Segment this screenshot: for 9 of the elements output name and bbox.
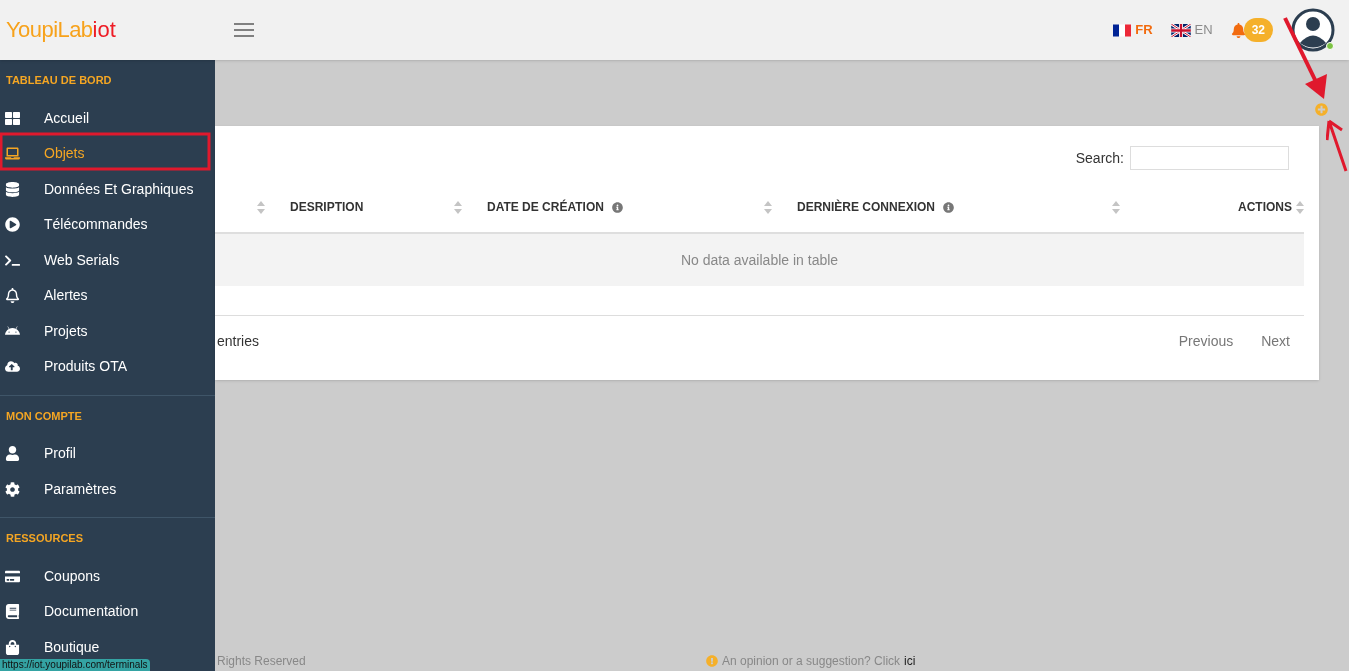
- sidebar-section-title: MON COMPTE: [5, 408, 83, 424]
- url-tooltip: https://iot.youpilab.com/terminals: [0, 659, 150, 671]
- feedback-text: An opinion or a suggestion? Click: [722, 653, 901, 670]
- search-label: Search:: [1075, 148, 1124, 168]
- empty-table-row: No data available in table: [215, 234, 1304, 286]
- sidebar-section-title: TABLEAU DE BORD: [5, 73, 113, 88]
- copyright-text: Rights Reserved: [217, 653, 307, 670]
- entries-info: entries: [216, 331, 260, 351]
- sidebar-section-title: RESSOURCES: [5, 531, 85, 546]
